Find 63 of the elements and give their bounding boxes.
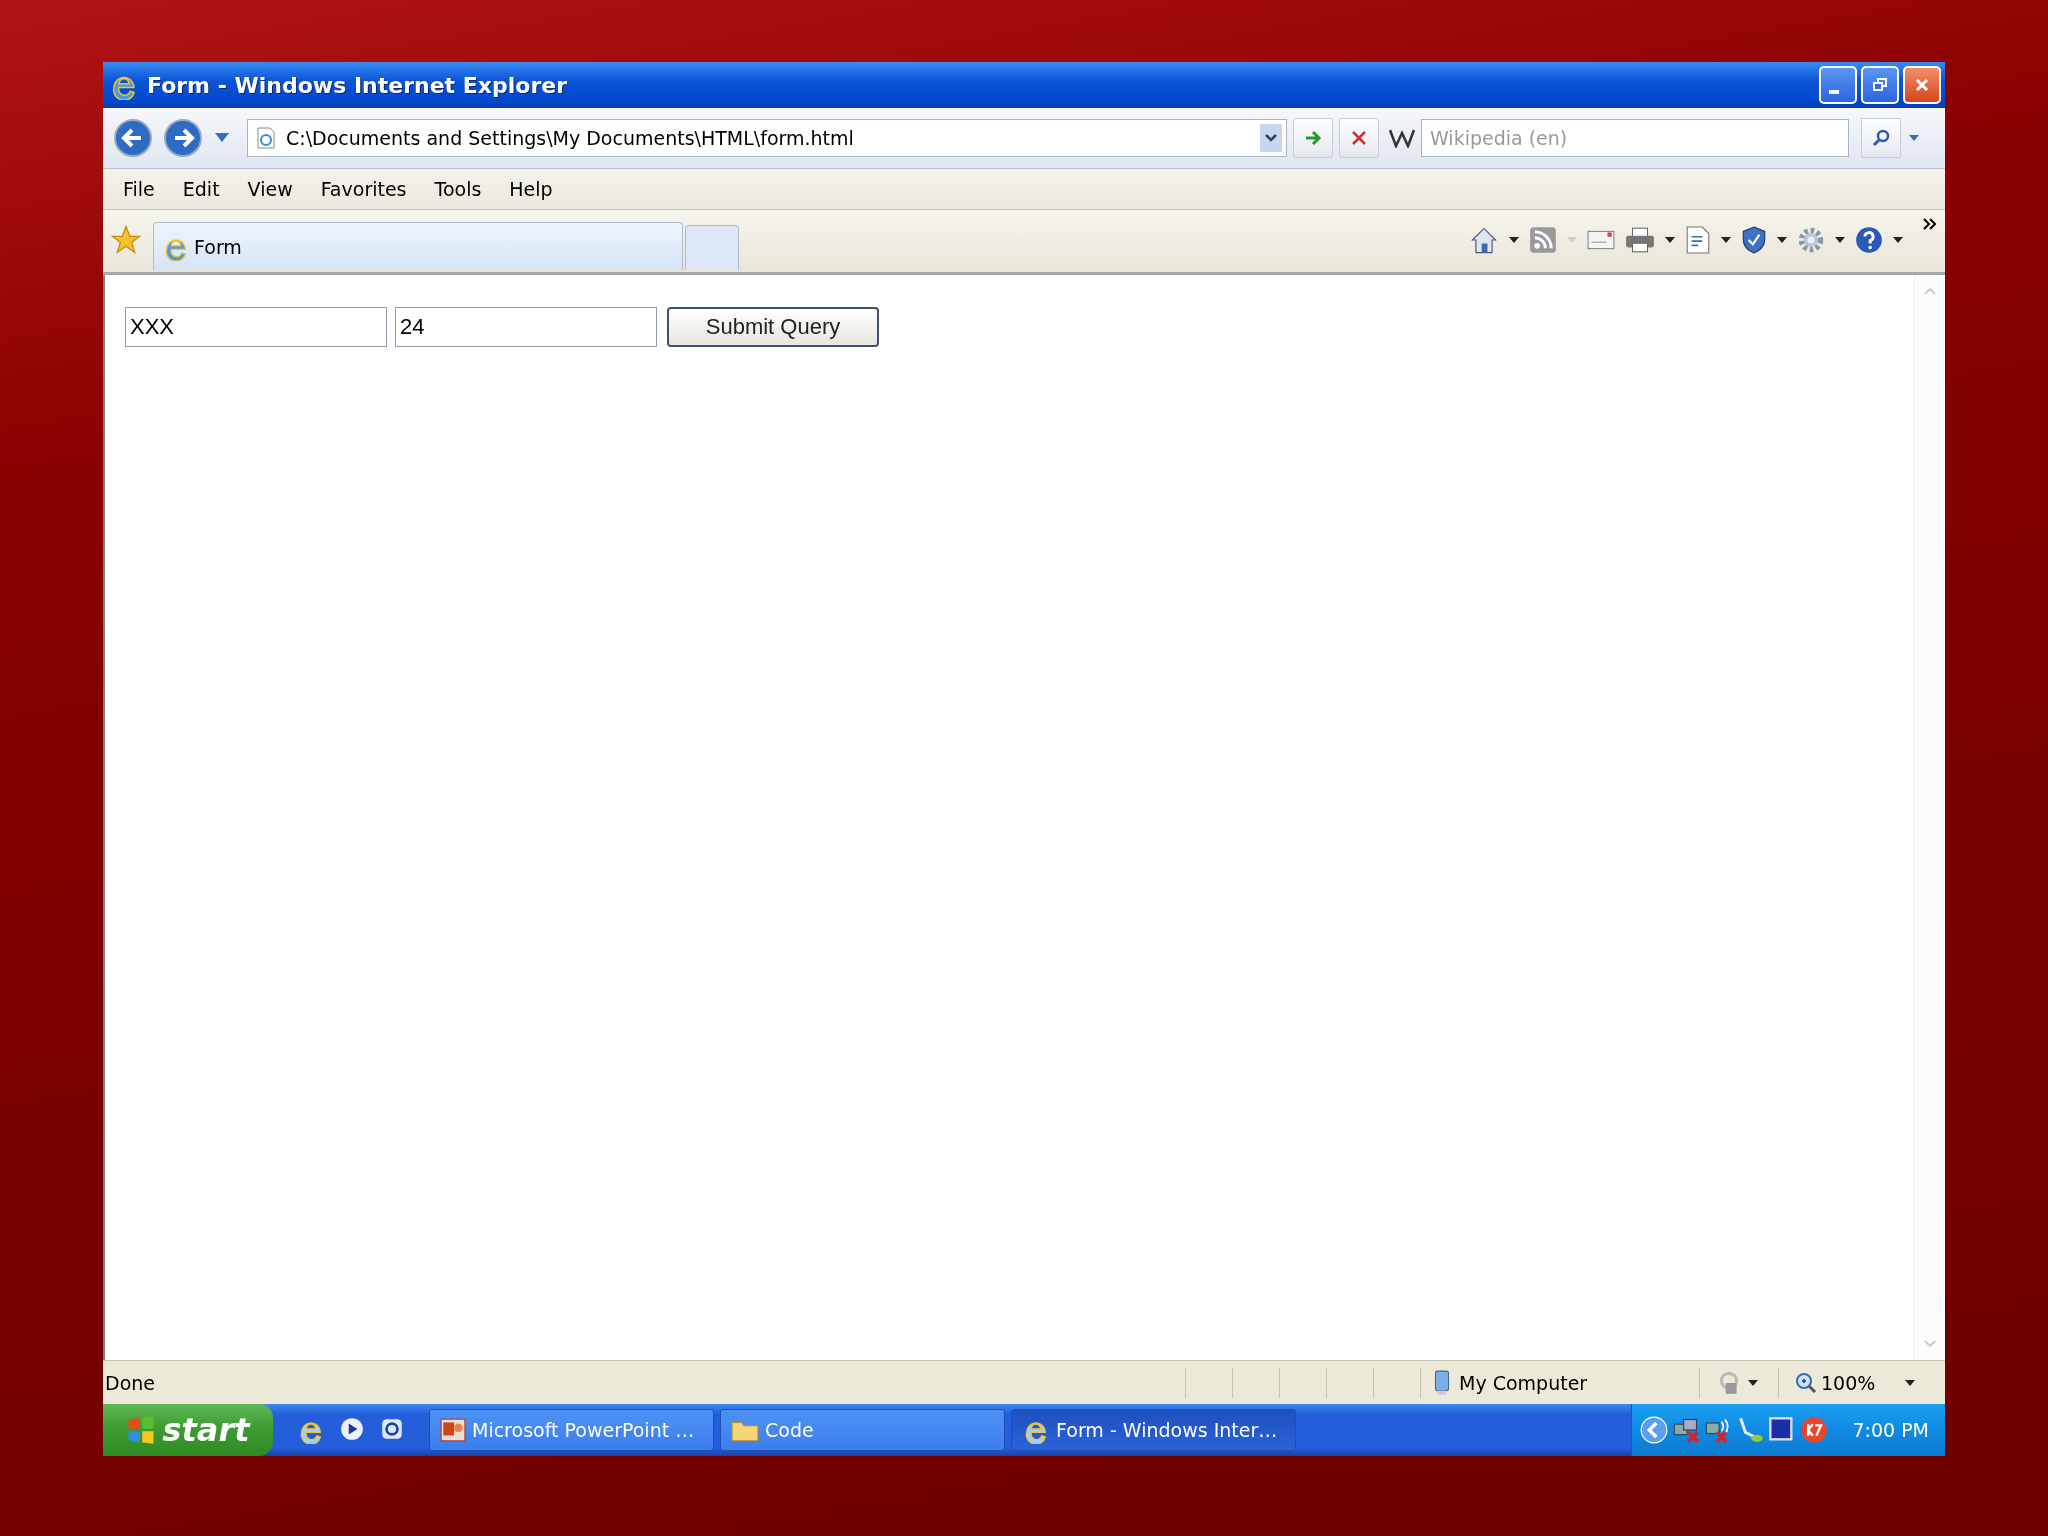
input-field[interactable]: 24	[395, 307, 657, 347]
status-text: Done	[104, 1371, 155, 1394]
search-field[interactable]: Wikipedia (en)	[1421, 119, 1849, 157]
browser-tab[interactable]: Form	[153, 222, 683, 270]
arrow-right-icon	[163, 118, 203, 158]
computer-icon	[1433, 1369, 1451, 1396]
windows-flag-icon	[126, 1415, 157, 1445]
caret-icon[interactable]	[1748, 1379, 1758, 1386]
print-icon[interactable]	[1625, 227, 1655, 253]
chevron-icon[interactable]	[1923, 218, 1937, 230]
slideshow-app-icon	[440, 1417, 466, 1443]
clock: 7:00 PM	[1852, 1419, 1929, 1441]
recent-pages-caret-icon[interactable]	[215, 133, 229, 143]
mail-icon[interactable]	[1587, 229, 1615, 251]
go-button[interactable]	[1293, 118, 1333, 158]
back-button[interactable]	[111, 116, 155, 160]
security-zone-label: My Computer	[1459, 1371, 1588, 1394]
restore-button[interactable]	[1861, 66, 1899, 104]
caret-icon[interactable]	[1777, 237, 1787, 243]
caret-icon[interactable]	[1835, 237, 1845, 243]
close-button[interactable]	[1903, 66, 1941, 104]
forward-button[interactable]	[161, 116, 205, 160]
caret-icon[interactable]	[1721, 237, 1731, 243]
zoom-control[interactable]: 100%	[1795, 1371, 1915, 1394]
page-icon	[256, 127, 276, 149]
menu-item[interactable]: Favorites	[306, 178, 421, 200]
media-player-icon[interactable]	[339, 1416, 365, 1442]
feed-icon[interactable]	[1529, 226, 1557, 254]
home-icon[interactable]	[1469, 225, 1499, 255]
page-icon[interactable]	[1685, 226, 1711, 254]
menu-item[interactable]: Tools	[420, 178, 496, 200]
antivirus-icon[interactable]	[1800, 1416, 1829, 1444]
menu-item[interactable]: Edit	[168, 178, 234, 200]
taskbar-button[interactable]: Code	[720, 1409, 1005, 1451]
dropdown-caret-icon[interactable]	[1260, 124, 1282, 152]
caret-icon	[1905, 1379, 1915, 1386]
search-button[interactable]	[1861, 118, 1901, 158]
favorites-star-icon[interactable]	[111, 225, 141, 255]
submit-button[interactable]: Submit Query	[667, 307, 879, 347]
stop-button[interactable]	[1339, 118, 1379, 158]
taskbar-button[interactable]: Form - Windows Inter…	[1011, 1409, 1296, 1451]
search-options-caret-icon[interactable]	[1909, 135, 1919, 141]
network-disconnected-icon[interactable]	[1672, 1416, 1701, 1444]
menu-item[interactable]: View	[233, 178, 307, 200]
caret-icon[interactable]	[1893, 237, 1903, 243]
menu-item[interactable]: Help	[495, 178, 567, 200]
search-icon	[1871, 128, 1891, 148]
minimize-button[interactable]	[1819, 66, 1857, 104]
help-icon[interactable]	[1855, 226, 1883, 254]
w-letter-icon	[1389, 128, 1415, 148]
address-field[interactable]: C:\Documents and Settings\My Documents\HTML\form.html	[247, 119, 1287, 157]
caret-icon[interactable]	[1665, 237, 1675, 243]
gear-icon[interactable]	[1797, 226, 1825, 254]
magnifier-icon	[1795, 1371, 1817, 1394]
caret-icon[interactable]	[1509, 237, 1519, 243]
arrow-right-icon	[1303, 128, 1323, 148]
arrow-left-icon	[113, 118, 153, 158]
input-field[interactable]: XXX	[125, 307, 387, 347]
window-title: Form - Windows Internet Explorer	[147, 72, 568, 98]
shield-icon[interactable]	[1741, 226, 1767, 254]
start-button[interactable]: start	[103, 1404, 273, 1456]
minimize-icon	[1829, 90, 1839, 94]
menu-item[interactable]: File	[109, 178, 169, 200]
